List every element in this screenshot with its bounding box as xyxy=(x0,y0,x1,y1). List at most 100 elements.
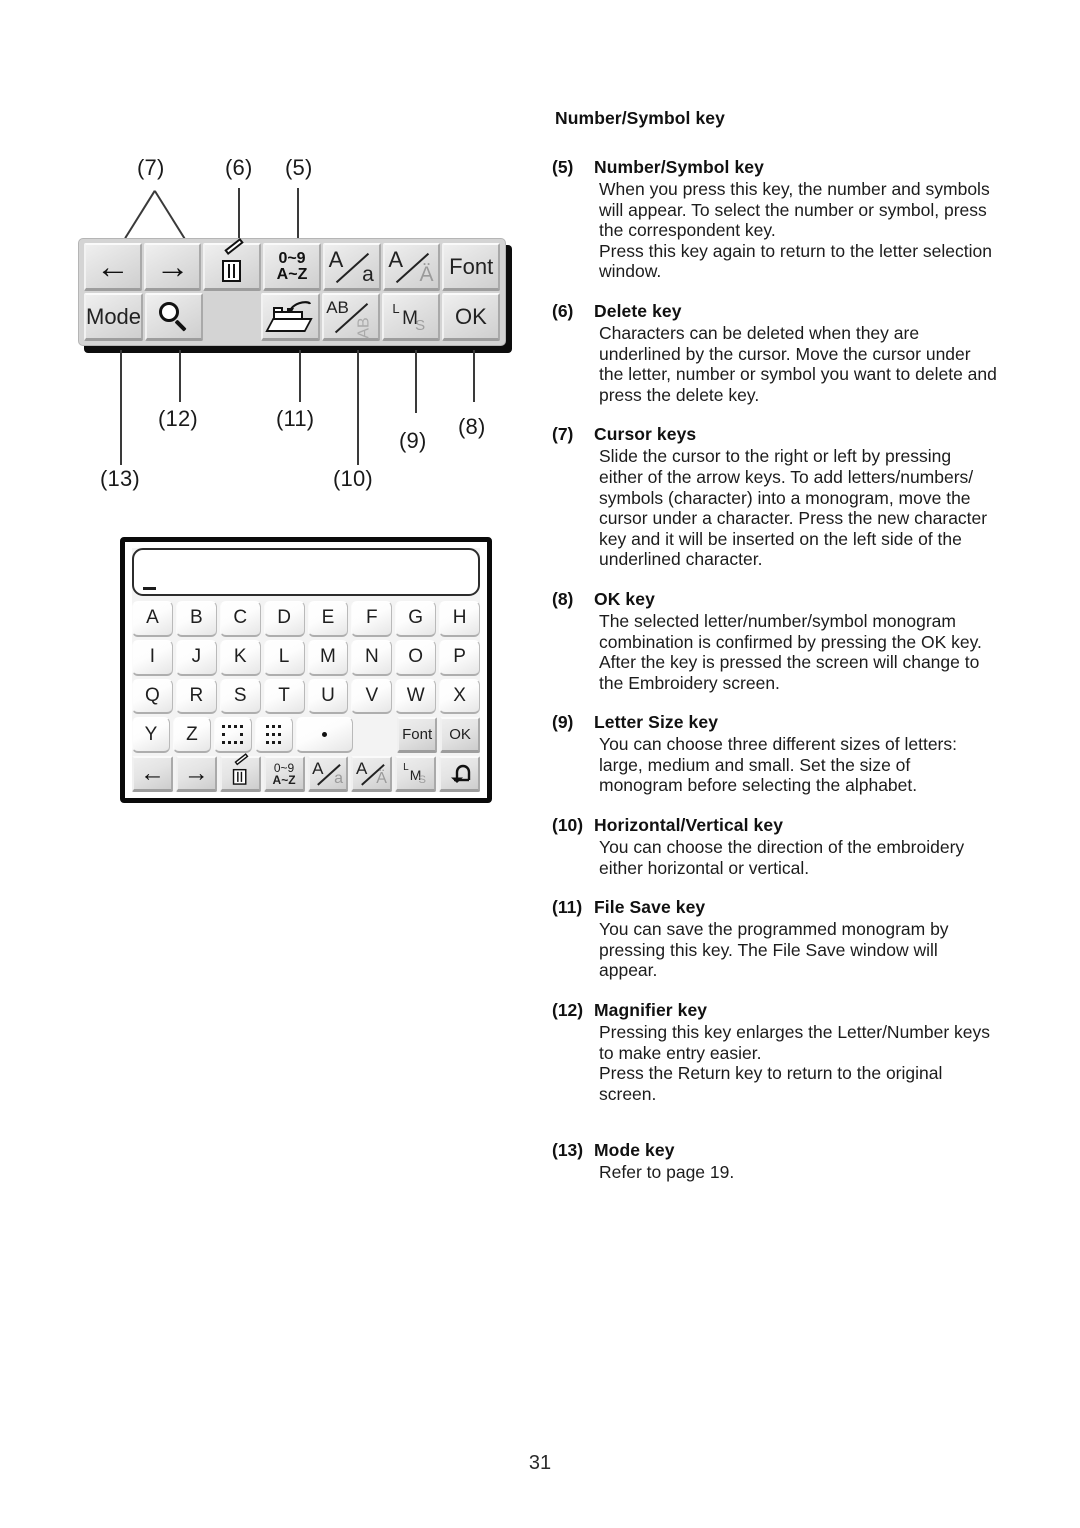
letter-size-key[interactable]: L M S xyxy=(381,293,440,341)
leader-12 xyxy=(179,350,181,402)
monogram-display[interactable] xyxy=(132,548,480,596)
cursor-right-key[interactable]: → xyxy=(143,243,202,291)
letter-size-key[interactable]: L M S xyxy=(395,756,437,792)
entry-5: (5) Number/Symbol key When you press thi… xyxy=(552,157,1022,282)
trash-icon xyxy=(231,752,250,785)
key-b[interactable]: B xyxy=(175,601,217,637)
entry-paragraph: You can choose the direction of the embr… xyxy=(599,837,965,878)
key-y[interactable]: Y xyxy=(132,717,170,754)
key-s[interactable]: S xyxy=(219,678,261,715)
size-large: L xyxy=(403,762,409,774)
delete-key[interactable] xyxy=(219,752,261,792)
period-key[interactable] xyxy=(295,717,354,754)
magnifier-key[interactable] xyxy=(145,293,204,341)
ok-key[interactable]: OK xyxy=(440,717,481,754)
entry-paragraph: Slide the cursor to the right or left by… xyxy=(599,446,988,570)
numsym-top: 0~9 xyxy=(278,249,306,267)
key-u[interactable]: U xyxy=(307,678,349,715)
entry-number: (5) xyxy=(552,157,574,177)
key-z[interactable]: Z xyxy=(172,717,211,754)
entry-paragraph: Press this key again to return to the le… xyxy=(599,240,992,282)
number-symbol-key[interactable]: 0~9 A~Z xyxy=(263,243,321,291)
space-wide-key[interactable] xyxy=(213,717,252,754)
text-cursor-icon xyxy=(143,587,156,590)
numsym-bottom: A~Z xyxy=(276,265,308,283)
return-key[interactable] xyxy=(439,756,480,792)
file-save-key[interactable] xyxy=(261,293,320,341)
accent-plain: A xyxy=(355,759,368,779)
keyboard-row-5: ← → 0~9 A~Z A a A Ä L M S xyxy=(132,752,480,792)
entry-title: File Save key xyxy=(594,897,706,918)
key-q[interactable]: Q xyxy=(132,678,173,715)
cursor-left-key[interactable]: ← xyxy=(132,756,173,792)
case-key[interactable]: A a xyxy=(322,243,381,291)
accent-key[interactable]: A Ä xyxy=(351,756,393,792)
entry-paragraph: When you press this key, the number and … xyxy=(599,179,990,241)
ok-key[interactable]: OK xyxy=(441,293,500,341)
horizontal-vertical-key[interactable]: AB AB xyxy=(321,293,380,341)
mode-label: Mode xyxy=(86,303,142,329)
entry-paragraph: Press the Return key to return to the or… xyxy=(599,1063,943,1104)
key-n[interactable]: N xyxy=(351,639,393,676)
accent-letter-icon: A Ä xyxy=(353,758,390,789)
font-key[interactable]: Font xyxy=(442,243,501,291)
key-l[interactable]: L xyxy=(263,639,305,676)
ab-vertical: AB xyxy=(355,317,373,339)
key-i[interactable]: I xyxy=(132,639,173,676)
case-upper: A xyxy=(312,759,324,779)
number-symbol-icon: 0~9 A~Z xyxy=(276,249,308,283)
number-symbol-key[interactable]: 0~9 A~Z xyxy=(263,756,305,792)
entry-title: Mode key xyxy=(594,1140,675,1161)
entry-title: OK key xyxy=(594,588,655,609)
entry-paragraph: Refer to page 19. xyxy=(599,1162,735,1183)
font-key[interactable]: Font xyxy=(397,717,438,754)
toolbar-body: ← → 0~9 A~Z A a A Ä Font Mode AB AB L M … xyxy=(78,237,506,346)
key-v[interactable]: V xyxy=(351,678,393,715)
key-e[interactable]: E xyxy=(307,601,349,637)
trash-icon xyxy=(219,237,245,282)
illustration-column: (7) (6) (5) ← → 0~9 A~Z A a A Ä Font Mod… xyxy=(0,0,530,1528)
period-icon xyxy=(322,732,328,738)
entry-title: Letter Size key xyxy=(594,712,719,733)
accent-key[interactable]: A Ä xyxy=(382,243,441,291)
keyboard-row-4: Y Z Font OK xyxy=(132,717,481,754)
space-narrow-key[interactable] xyxy=(254,717,293,754)
key-j[interactable]: J xyxy=(175,639,217,676)
leader-5 xyxy=(297,188,299,240)
callout-6: (6) xyxy=(225,155,253,180)
key-o[interactable]: O xyxy=(395,639,437,676)
key-w[interactable]: W xyxy=(395,678,437,715)
case-key[interactable]: A a xyxy=(307,756,349,792)
key-a[interactable]: A xyxy=(132,601,173,637)
key-r[interactable]: R xyxy=(175,678,217,715)
delete-key[interactable] xyxy=(203,237,262,291)
key-g[interactable]: G xyxy=(395,601,437,637)
entry-8: (8) OK key The selected letter/number/sy… xyxy=(552,589,1022,693)
leader-9 xyxy=(415,350,417,413)
key-m[interactable]: M xyxy=(307,639,349,676)
entry-paragraph: The selected letter/number/symbol monogr… xyxy=(599,610,982,693)
size-small: S xyxy=(418,773,426,786)
ok-label: OK xyxy=(455,303,487,329)
size-large: L xyxy=(392,301,400,317)
arrow-left-icon: ← xyxy=(139,759,165,788)
callout-12: (12) xyxy=(158,406,198,431)
key-d[interactable]: D xyxy=(263,601,305,637)
page-number: 31 xyxy=(528,1452,552,1474)
key-c[interactable]: C xyxy=(219,601,261,637)
size-small: S xyxy=(415,316,426,334)
callout-10: (10) xyxy=(333,466,373,491)
key-p[interactable]: P xyxy=(439,639,480,676)
entry-paragraph: Pressing this key enlarges the Letter/Nu… xyxy=(599,1022,991,1063)
key-x[interactable]: X xyxy=(439,678,480,715)
arrow-right-icon: → xyxy=(183,759,209,788)
key-k[interactable]: K xyxy=(219,639,261,676)
cursor-left-key[interactable]: ← xyxy=(84,243,142,291)
cursor-right-key[interactable]: → xyxy=(175,756,217,792)
key-t[interactable]: T xyxy=(263,678,305,715)
key-h[interactable]: H xyxy=(439,601,480,637)
key-f[interactable]: F xyxy=(351,601,393,637)
accent-plain: A xyxy=(388,246,404,272)
entry-12: (12) Magnifier key Pressing this key enl… xyxy=(552,1000,1022,1104)
mode-key[interactable]: Mode xyxy=(84,293,144,341)
